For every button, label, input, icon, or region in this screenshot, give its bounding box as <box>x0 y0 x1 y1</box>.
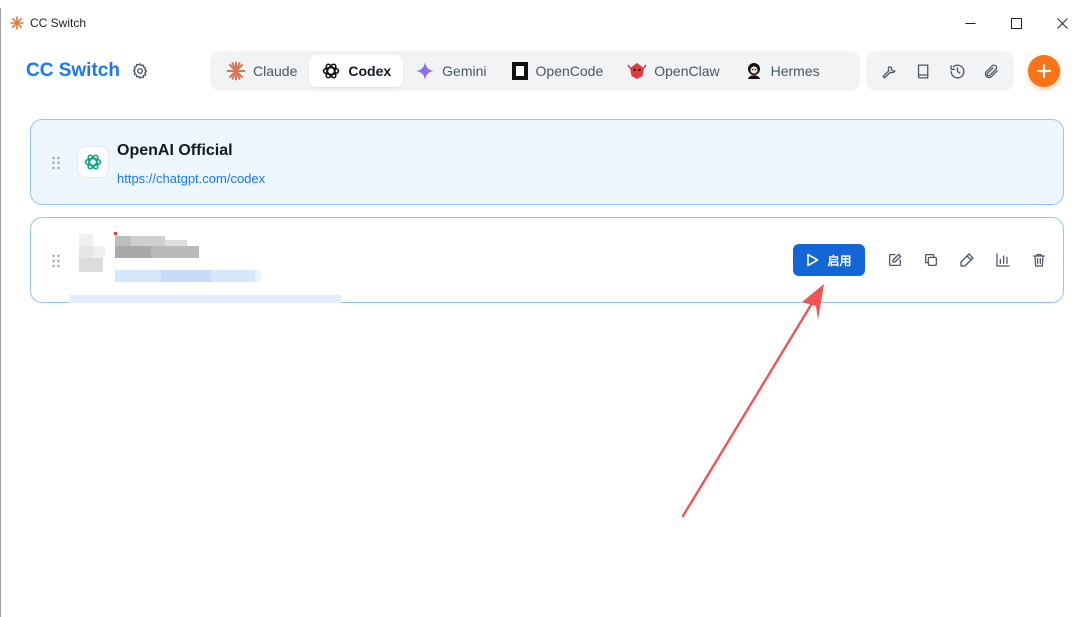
close-icon <box>1056 17 1068 29</box>
history-button[interactable] <box>943 57 971 85</box>
provider-url-link[interactable]: https://chatgpt.com/codex <box>117 171 265 186</box>
book-icon <box>917 63 928 79</box>
play-icon <box>807 253 819 267</box>
tab-label: Gemini <box>442 63 487 79</box>
tab-label: Codex <box>348 63 392 79</box>
tab-hermes[interactable]: Hermes <box>732 55 832 87</box>
window-frame <box>0 8 1085 617</box>
tab-opencode[interactable]: OpenCode <box>499 55 616 87</box>
tab-label: Claude <box>253 63 298 79</box>
brand-title: CC Switch <box>26 60 120 81</box>
tab-label: OpenClaw <box>654 63 720 79</box>
gear-icon[interactable] <box>131 62 149 80</box>
app-tabs: Claude Codex Gemini OpenCode OpenClaw He… <box>210 51 860 91</box>
opencode-icon <box>511 62 528 80</box>
minimize-button[interactable] <box>947 8 993 38</box>
window-title: CC Switch <box>30 16 87 30</box>
provider-actions <box>877 248 1057 272</box>
app-logo-icon <box>10 16 24 30</box>
tab-label: Hermes <box>770 63 820 79</box>
copy-icon <box>925 254 937 266</box>
drag-handle-icon[interactable] <box>51 254 61 268</box>
copy-button[interactable] <box>913 248 949 272</box>
usage-icon <box>996 253 1010 267</box>
wrench-button[interactable] <box>875 57 903 85</box>
paperclip-button[interactable] <box>977 57 1005 85</box>
drag-handle-icon[interactable] <box>51 156 61 170</box>
plus-icon <box>1036 63 1052 79</box>
openai-icon <box>84 154 102 170</box>
test-icon <box>960 253 974 267</box>
provider-logo <box>77 146 109 178</box>
tab-openclaw[interactable]: OpenClaw <box>615 55 731 87</box>
edit-button[interactable] <box>877 248 913 272</box>
enable-button-label: 启用 <box>827 253 852 268</box>
add-provider-button[interactable] <box>1028 55 1060 87</box>
claude-icon <box>226 61 246 81</box>
close-button[interactable] <box>1039 8 1085 38</box>
tool-buttons <box>866 51 1014 91</box>
paperclip-icon <box>984 64 998 78</box>
tab-codex[interactable]: Codex <box>309 55 404 87</box>
window-controls <box>947 8 1085 38</box>
maximize-icon <box>1010 17 1022 29</box>
tab-label: OpenCode <box>535 63 604 79</box>
enable-button[interactable]: 启用 <box>793 244 865 276</box>
gemini-icon <box>416 62 435 80</box>
tab-claude[interactable]: Claude <box>214 55 309 87</box>
tab-gemini[interactable]: Gemini <box>403 55 498 87</box>
edit-icon <box>889 253 902 266</box>
usage-button[interactable] <box>985 248 1021 272</box>
provider-card[interactable]: 启用 <box>30 217 1064 303</box>
openclaw-icon <box>627 63 647 79</box>
delete-button[interactable] <box>1021 248 1057 272</box>
openai-icon <box>323 63 340 79</box>
hermes-icon <box>747 63 760 79</box>
book-button[interactable] <box>909 57 937 85</box>
wrench-icon <box>881 65 896 79</box>
provider-card[interactable]: OpenAI Official https://chatgpt.com/code… <box>30 119 1064 205</box>
history-icon <box>949 64 964 79</box>
title-bar: CC Switch <box>0 8 1085 38</box>
provider-name: OpenAI Official <box>117 142 233 159</box>
test-button[interactable] <box>949 248 985 272</box>
delete-icon <box>1033 254 1045 267</box>
maximize-button[interactable] <box>993 8 1039 38</box>
minimize-icon <box>965 22 975 24</box>
